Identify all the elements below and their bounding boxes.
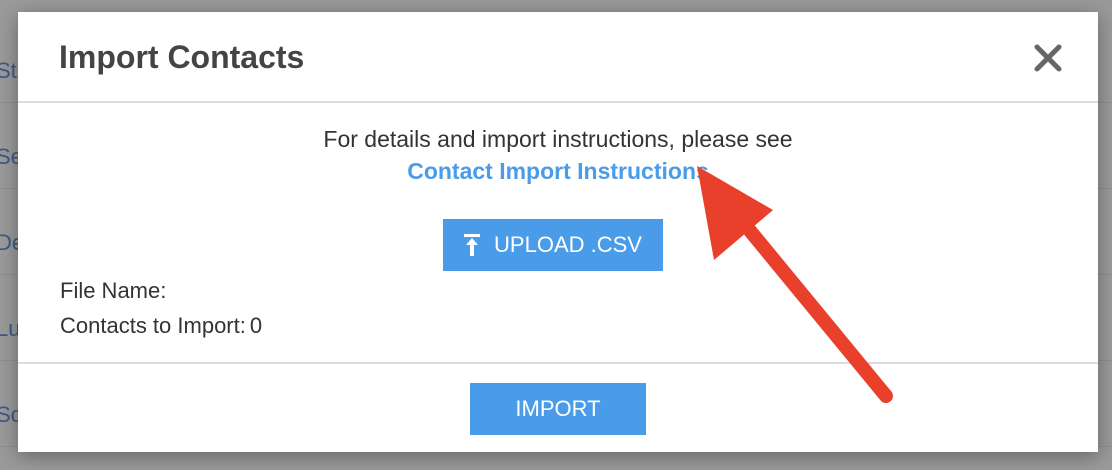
close-button[interactable] [1030, 40, 1066, 76]
modal-footer: IMPORT [18, 364, 1098, 452]
upload-csv-button[interactable]: UPLOAD .CSV [443, 219, 663, 271]
close-icon [1034, 44, 1062, 72]
contacts-to-import-row: Contacts to Import: 0 [60, 313, 262, 339]
contacts-to-import-count: 0 [249, 313, 263, 338]
modal-body: For details and import instructions, ple… [18, 103, 1098, 364]
file-name-label: File Name: [60, 278, 167, 303]
contacts-to-import-label: Contacts to Import: [60, 313, 246, 338]
contact-import-instructions-link[interactable]: Contact Import Instructions [18, 158, 1098, 185]
modal-header: Import Contacts [18, 12, 1098, 103]
upload-csv-label: UPLOAD .CSV [494, 232, 642, 257]
upload-icon [464, 234, 481, 256]
import-contacts-modal: Import Contacts For details and import i… [18, 12, 1098, 452]
import-button[interactable]: IMPORT [470, 383, 646, 435]
intro-text: For details and import instructions, ple… [323, 126, 793, 152]
background-row-text: St [0, 58, 17, 83]
modal-title: Import Contacts [59, 39, 305, 75]
